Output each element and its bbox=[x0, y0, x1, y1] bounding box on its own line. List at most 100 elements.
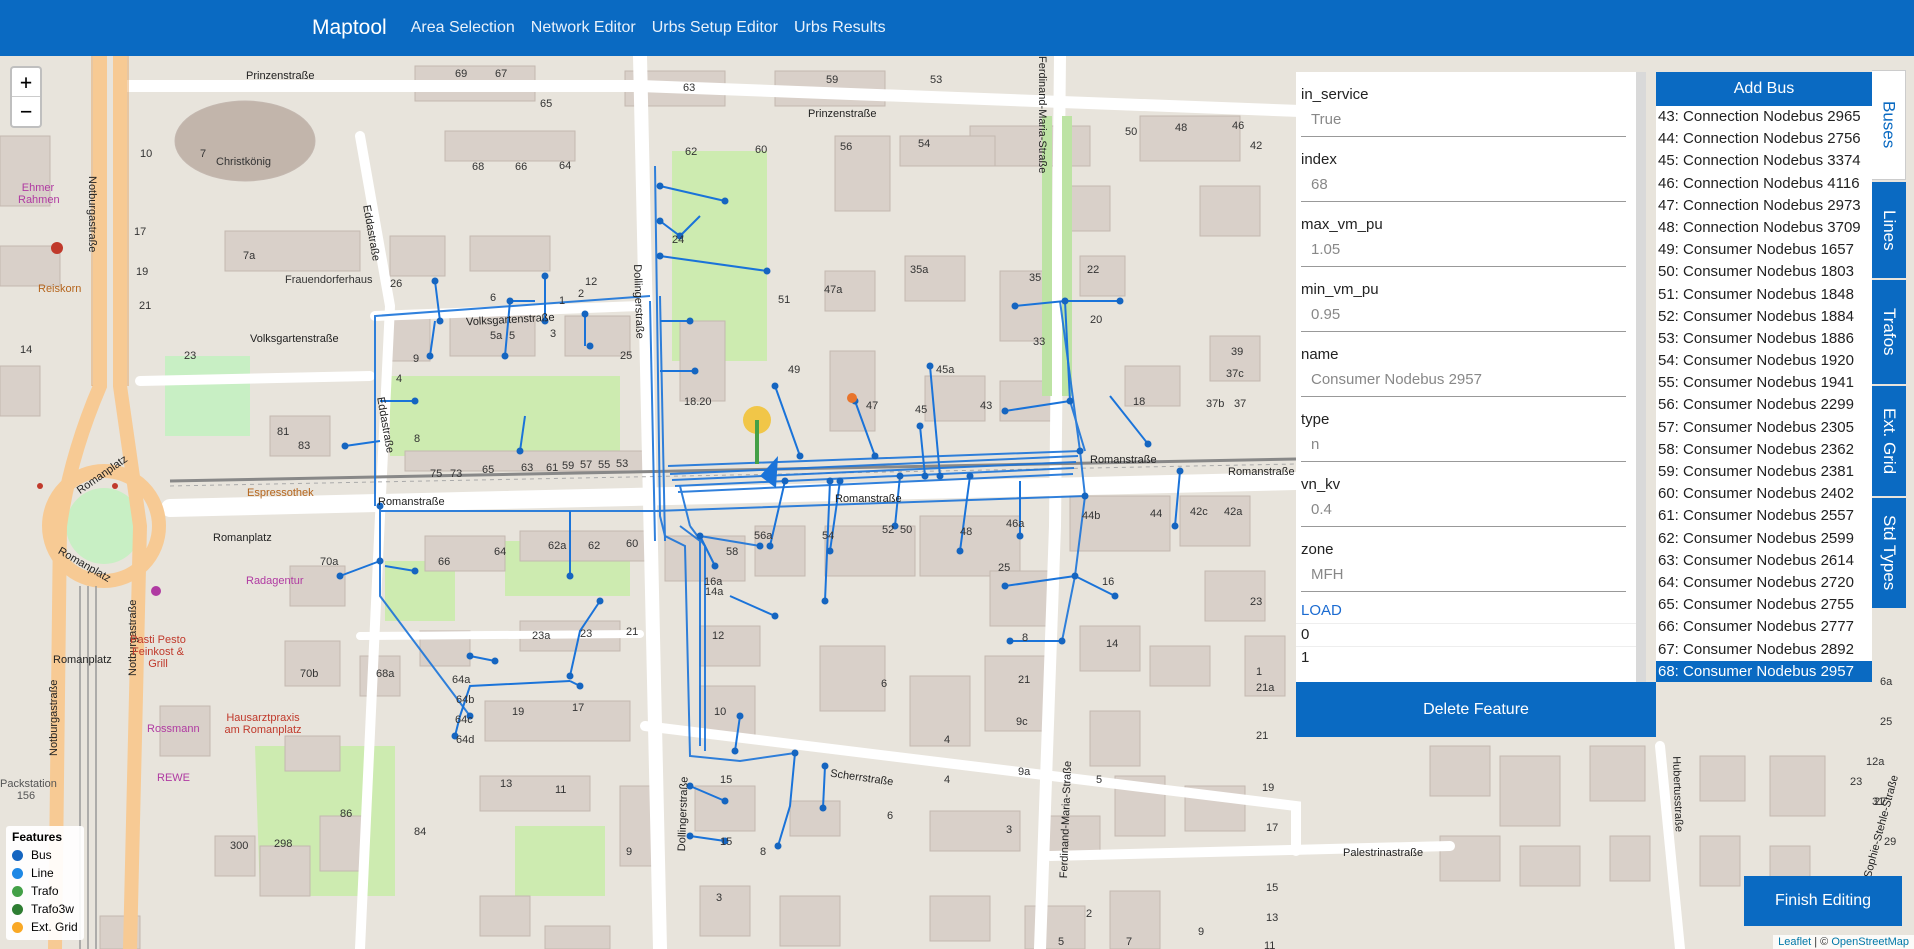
tab-buses[interactable]: Buses bbox=[1872, 70, 1906, 180]
nav-urbs-results[interactable]: Urbs Results bbox=[794, 19, 886, 37]
bus-list-item[interactable]: 65: Consumer Nodebus 2755 bbox=[1656, 594, 1872, 616]
bus-list-item[interactable]: 66: Consumer Nodebus 2777 bbox=[1656, 616, 1872, 638]
field-label: max_vm_pu bbox=[1301, 216, 1383, 233]
house-number: 47 bbox=[866, 400, 879, 412]
bus-list-item[interactable]: 50: Consumer Nodebus 1803 bbox=[1656, 261, 1872, 283]
house-number: 14 bbox=[20, 344, 33, 356]
street-label: Prinzenstraße bbox=[246, 70, 315, 82]
bus-list-item[interactable]: 47: Connection Nodebus 2973 bbox=[1656, 195, 1872, 217]
field-value[interactable]: True bbox=[1301, 103, 1626, 137]
field-label: index bbox=[1301, 151, 1337, 168]
bus-list-item[interactable]: 61: Consumer Nodebus 2557 bbox=[1656, 505, 1872, 527]
house-number: 42 bbox=[1250, 140, 1263, 152]
house-number: 81 bbox=[277, 426, 290, 438]
field-value[interactable]: n bbox=[1301, 428, 1626, 462]
load-item[interactable]: 0 bbox=[1296, 623, 1636, 646]
place-label: Packstation 156 bbox=[0, 778, 57, 802]
map-attribution: Leaflet | © OpenStreetMap bbox=[1773, 935, 1914, 949]
house-number: 60 bbox=[755, 144, 768, 156]
field-value[interactable]: 0.4 bbox=[1301, 493, 1626, 527]
house-number: 48 bbox=[960, 526, 973, 538]
features-legend: Features Bus Line Trafo Trafo3w Ext. Gri… bbox=[6, 826, 84, 940]
load-item[interactable]: 1 bbox=[1296, 646, 1636, 669]
legend-label: Trafo bbox=[31, 884, 59, 898]
house-number: 61 bbox=[546, 462, 559, 474]
street-label: Romanstraße bbox=[1228, 466, 1295, 478]
field-value[interactable]: 0.95 bbox=[1301, 298, 1626, 332]
house-number: 3 bbox=[550, 328, 557, 340]
field-name: name Consumer Nodebus 2957 bbox=[1296, 332, 1636, 397]
house-number: 9c bbox=[1016, 716, 1028, 728]
bus-list-item[interactable]: 62: Consumer Nodebus 2599 bbox=[1656, 528, 1872, 550]
bus-list-item[interactable]: 59: Consumer Nodebus 2381 bbox=[1656, 461, 1872, 483]
field-value[interactable]: 1.05 bbox=[1301, 233, 1626, 267]
house-number: 65 bbox=[482, 464, 495, 476]
bus-list-item[interactable]: 51: Consumer Nodebus 1848 bbox=[1656, 284, 1872, 306]
bus-list-item[interactable]: 63: Consumer Nodebus 2614 bbox=[1656, 550, 1872, 572]
zoom-in-button[interactable]: + bbox=[12, 68, 40, 97]
bus-list-item[interactable]: 57: Consumer Nodebus 2305 bbox=[1656, 417, 1872, 439]
house-number: 47a bbox=[824, 284, 843, 296]
tab-lines[interactable]: Lines bbox=[1872, 182, 1906, 278]
house-number: 52 bbox=[882, 524, 895, 536]
nav-urbs-setup-editor[interactable]: Urbs Setup Editor bbox=[652, 19, 778, 37]
bus-list-item[interactable]: 45: Connection Nodebus 3374 bbox=[1656, 150, 1872, 172]
house-number: 19 bbox=[512, 706, 525, 718]
bus-list-item[interactable]: 49: Consumer Nodebus 1657 bbox=[1656, 239, 1872, 261]
add-bus-button[interactable]: Add Bus bbox=[1656, 72, 1872, 106]
bus-list-item[interactable]: 58: Consumer Nodebus 2362 bbox=[1656, 439, 1872, 461]
bus-list-item[interactable]: 46: Connection Nodebus 4116 bbox=[1656, 173, 1872, 195]
brand-logo[interactable]: Maptool bbox=[312, 16, 387, 40]
finish-editing-button[interactable]: Finish Editing bbox=[1744, 876, 1902, 926]
feature-tabs: Buses Lines Trafos Ext. Grid Std Types bbox=[1872, 70, 1906, 680]
tab-trafos[interactable]: Trafos bbox=[1872, 280, 1906, 384]
house-number: 64c bbox=[455, 714, 473, 726]
osm-link[interactable]: OpenStreetMap bbox=[1831, 936, 1909, 948]
house-number: 37b bbox=[1206, 398, 1225, 410]
tab-std-types[interactable]: Std Types bbox=[1872, 498, 1906, 608]
house-number: 10 bbox=[140, 148, 153, 160]
nav-area-selection[interactable]: Area Selection bbox=[411, 19, 515, 37]
bus-list-item[interactable]: 52: Consumer Nodebus 1884 bbox=[1656, 306, 1872, 328]
bus-list-item[interactable]: 56: Consumer Nodebus 2299 bbox=[1656, 394, 1872, 416]
field-value[interactable]: 68 bbox=[1301, 168, 1626, 202]
delete-feature-button[interactable]: Delete Feature bbox=[1296, 682, 1656, 737]
house-number: 26 bbox=[390, 278, 403, 290]
bus-list-item[interactable]: 60: Consumer Nodebus 2402 bbox=[1656, 483, 1872, 505]
house-number: 35 bbox=[1029, 272, 1042, 284]
house-number: 23 bbox=[1250, 596, 1263, 608]
house-number: 51 bbox=[778, 294, 791, 306]
bus-list-item[interactable]: 68: Consumer Nodebus 2957 bbox=[1656, 660, 1872, 682]
place-label: Pasti Pesto Feinkost & Grill bbox=[130, 634, 186, 670]
bus-list-item[interactable]: 67: Consumer Nodebus 2892 bbox=[1656, 639, 1872, 661]
tab-ext-grid[interactable]: Ext. Grid bbox=[1872, 386, 1906, 496]
nav-network-editor[interactable]: Network Editor bbox=[531, 19, 636, 37]
leaflet-link[interactable]: Leaflet bbox=[1778, 936, 1811, 948]
load-link[interactable]: LOAD bbox=[1296, 592, 1636, 623]
legend-item-trafo: Trafo bbox=[12, 882, 78, 900]
house-number: 29 bbox=[1884, 836, 1897, 848]
bus-list-item[interactable]: 55: Consumer Nodebus 1941 bbox=[1656, 372, 1872, 394]
bus-list-item[interactable]: 44: Connection Nodebus 2756 bbox=[1656, 128, 1872, 150]
house-number: 9a bbox=[1018, 766, 1031, 778]
bus-list-item[interactable]: 54: Consumer Nodebus 1920 bbox=[1656, 350, 1872, 372]
zoom-out-button[interactable]: − bbox=[12, 97, 40, 126]
house-number: 25 bbox=[998, 562, 1011, 574]
house-number: 46 bbox=[1232, 120, 1245, 132]
house-number: 2 bbox=[578, 288, 585, 300]
field-value[interactable]: Consumer Nodebus 2957 bbox=[1301, 363, 1626, 397]
field-value[interactable]: MFH bbox=[1301, 558, 1626, 592]
bus-list-item[interactable]: 53: Consumer Nodebus 1886 bbox=[1656, 328, 1872, 350]
place-label: Frauendorferhaus bbox=[285, 274, 373, 286]
house-number: 66 bbox=[438, 556, 451, 568]
house-number: 9 bbox=[1198, 926, 1205, 938]
bus-list-item[interactable]: 43: Connection Nodebus 2965 bbox=[1656, 106, 1872, 128]
bus-list-item[interactable]: 48: Connection Nodebus 3709 bbox=[1656, 217, 1872, 239]
field-label: name bbox=[1301, 346, 1339, 363]
house-number: 62 bbox=[588, 540, 601, 552]
bus-list-item[interactable]: 64: Consumer Nodebus 2720 bbox=[1656, 572, 1872, 594]
street-label: Prinzenstraße bbox=[808, 108, 877, 120]
properties-scrollbar[interactable] bbox=[1636, 72, 1646, 422]
navbar: Maptool Area Selection Network Editor Ur… bbox=[0, 0, 1914, 56]
house-number: 39 bbox=[1231, 346, 1244, 358]
